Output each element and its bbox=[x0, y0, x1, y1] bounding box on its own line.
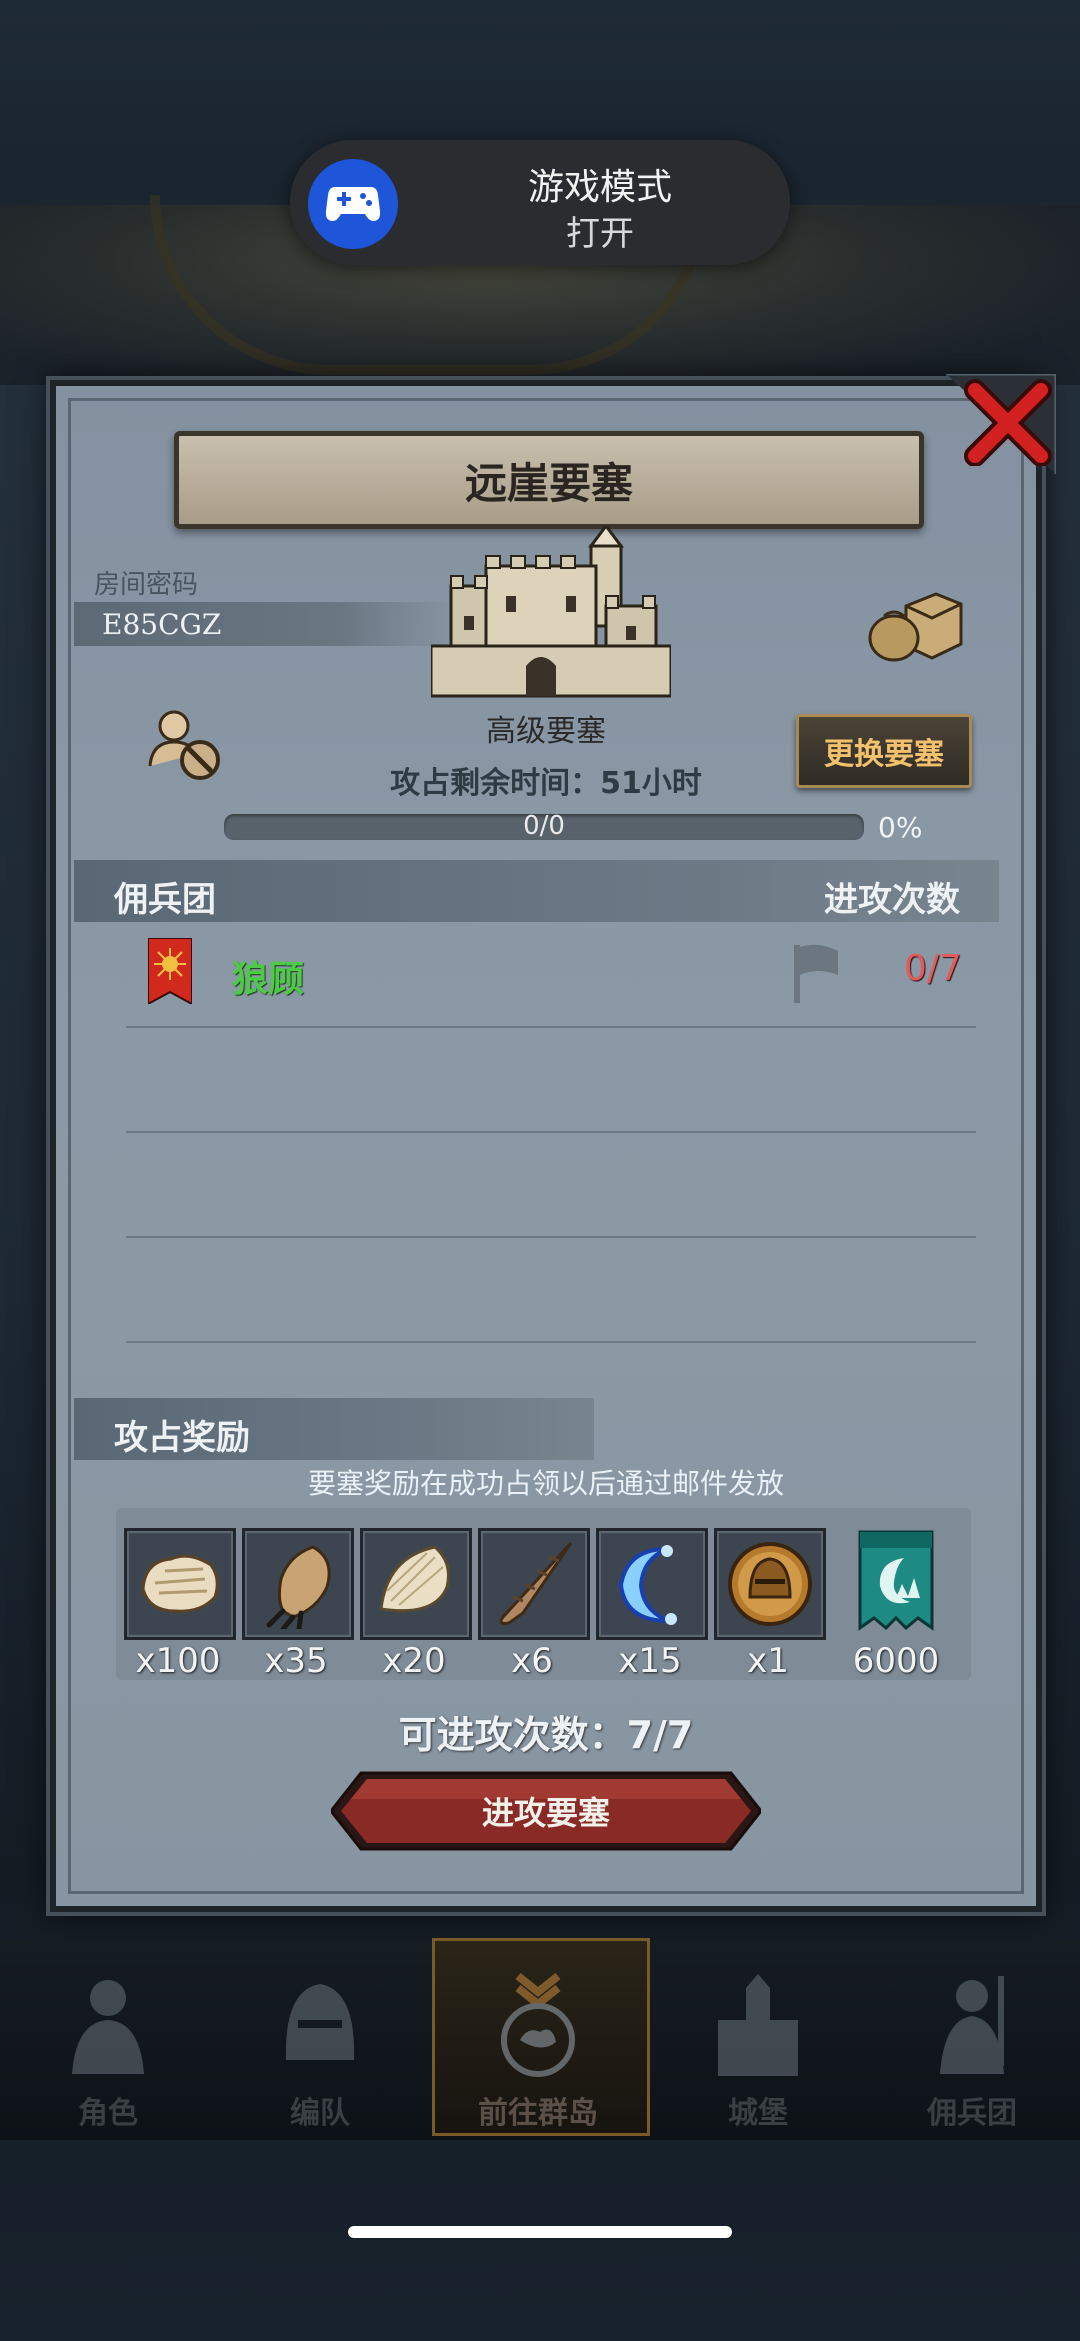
reward-count: x1 bbox=[747, 1641, 789, 1681]
mercenary-name[interactable]: 狼顾 bbox=[232, 950, 304, 1002]
room-code: E85CGZ bbox=[102, 608, 222, 641]
game-mode-toast: 游戏模式 打开 bbox=[290, 140, 790, 265]
dialog-title: 远崖要塞 bbox=[464, 459, 633, 508]
nav-character[interactable]: 角色 bbox=[18, 1950, 198, 2135]
toast-subtitle: 打开 bbox=[566, 214, 634, 254]
attack-fortress-label: 进攻要塞 bbox=[481, 1794, 610, 1832]
reward-count: 6000 bbox=[852, 1641, 940, 1681]
reward-note: 要塞奖励在成功占领以后通过邮件发放 bbox=[307, 1467, 784, 1500]
mercenary-header-label: 佣兵团 bbox=[114, 880, 216, 920]
time-remaining: 攻占剩余时间：51小时 bbox=[390, 766, 702, 801]
attack-count-header-label: 进攻次数 bbox=[824, 880, 960, 920]
scale-icon bbox=[379, 1545, 450, 1613]
reward-slot-guild-banner[interactable] bbox=[856, 1528, 936, 1634]
reward-count: x15 bbox=[618, 1641, 682, 1681]
castle-icon bbox=[718, 1974, 798, 2076]
capture-progress-bar: 0/0 bbox=[224, 811, 864, 841]
loot-bag-icon[interactable] bbox=[866, 586, 966, 666]
nav-label: 前往群岛 bbox=[478, 2096, 598, 2131]
fur-pelt-icon bbox=[141, 1554, 219, 1613]
helmet-icon bbox=[285, 1984, 355, 2060]
no-entry-user-icon[interactable] bbox=[146, 704, 226, 784]
flag-icon bbox=[794, 944, 838, 1003]
nav-mercenary[interactable]: 佣兵团 bbox=[882, 1950, 1062, 2135]
helmet-medal-icon bbox=[728, 1542, 812, 1626]
knight-icon bbox=[72, 1980, 144, 2074]
fortress-icon bbox=[431, 526, 671, 698]
home-indicator[interactable] bbox=[348, 2226, 732, 2238]
nav-go-to-islands[interactable]: 前往群岛 bbox=[448, 1950, 628, 2135]
reward-count: x20 bbox=[382, 1641, 446, 1681]
reward-slot-claw[interactable] bbox=[242, 1528, 354, 1640]
reward-slot-horn[interactable] bbox=[478, 1528, 590, 1640]
nav-formation[interactable]: 编队 bbox=[230, 1950, 410, 2135]
change-fortress-button[interactable]: 更换要塞 bbox=[796, 714, 972, 788]
guild-banner-icon bbox=[858, 1530, 934, 1631]
progress-text: 0/0 bbox=[523, 811, 565, 841]
nav-castle[interactable]: 城堡 bbox=[668, 1950, 848, 2135]
toast-title: 游戏模式 bbox=[527, 167, 672, 208]
reward-slot-fur-pelt[interactable] bbox=[124, 1528, 236, 1640]
island-compass-icon bbox=[501, 1972, 575, 2077]
nav-label: 佣兵团 bbox=[927, 2096, 1017, 2131]
soldier-icon bbox=[940, 1976, 1004, 2074]
reward-slot-helmet-medal[interactable] bbox=[714, 1528, 826, 1640]
fortress-dialog: 远崖要塞 房间密码 E85CGZ 高级要塞 更换要塞 攻占剩余时间：51小时 0… bbox=[50, 374, 1056, 1912]
reward-slot-scale[interactable] bbox=[360, 1528, 472, 1640]
close-icon[interactable] bbox=[961, 376, 1056, 466]
attacks-available: 可进攻次数：7/7 bbox=[398, 1713, 694, 1757]
reward-slot-crescent[interactable] bbox=[596, 1528, 708, 1640]
title-banner: 远崖要塞 bbox=[174, 431, 924, 529]
room-password-label: 房间密码 bbox=[94, 570, 199, 600]
reward-count: x6 bbox=[511, 1641, 553, 1681]
row-divider bbox=[126, 1341, 976, 1343]
gamepad-icon bbox=[308, 159, 398, 249]
mercenary-banner-icon bbox=[148, 938, 192, 1004]
mercenary-attack-count: 0/7 bbox=[904, 948, 962, 989]
claw-icon bbox=[266, 1545, 331, 1629]
horn-icon bbox=[499, 1541, 573, 1625]
nav-label: 编队 bbox=[290, 2096, 350, 2131]
reward-count: x100 bbox=[135, 1641, 221, 1681]
row-divider bbox=[126, 1026, 976, 1028]
progress-percent: 0% bbox=[878, 811, 923, 844]
row-divider bbox=[126, 1236, 976, 1238]
crescent-rune-icon bbox=[618, 1545, 677, 1625]
change-fortress-label: 更换要塞 bbox=[824, 737, 944, 772]
nav-label: 城堡 bbox=[728, 2096, 788, 2131]
fortress-level: 高级要塞 bbox=[486, 714, 606, 749]
reward-count: x35 bbox=[264, 1641, 328, 1681]
reward-header-label: 攻占奖励 bbox=[114, 1418, 250, 1458]
row-divider bbox=[126, 1131, 976, 1133]
nav-label: 角色 bbox=[78, 2096, 138, 2131]
